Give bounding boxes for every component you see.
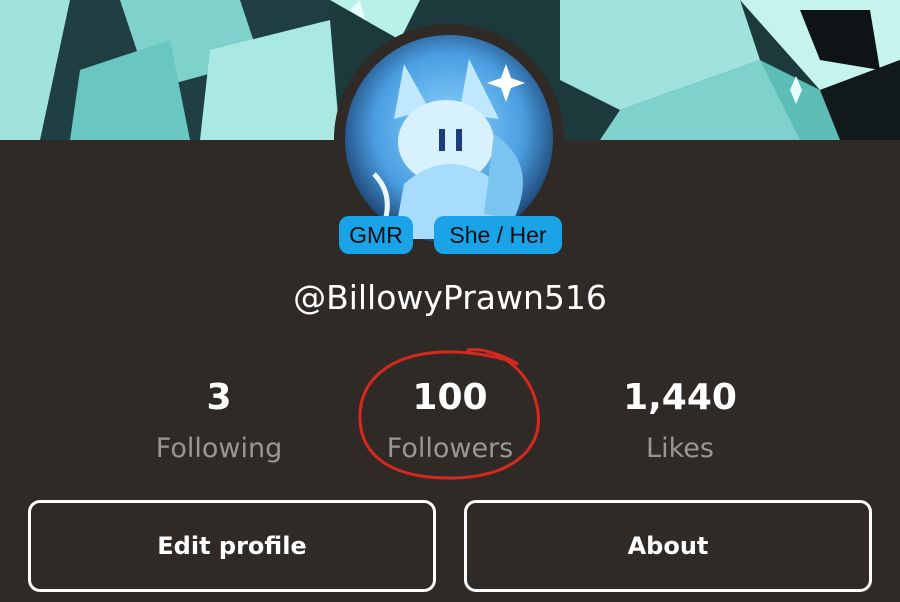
stat-following[interactable]: 3 Following: [104, 372, 334, 472]
followers-label: Followers: [386, 433, 514, 464]
stat-likes[interactable]: 1,440 Likes: [565, 372, 795, 472]
following-label: Following: [155, 433, 283, 464]
likes-count: 1,440: [623, 377, 737, 418]
about-button[interactable]: About: [464, 500, 872, 592]
stat-followers[interactable]: 100 Followers: [335, 372, 565, 472]
likes-label: Likes: [646, 433, 714, 464]
username: @BillowyPrawn516: [293, 278, 607, 317]
edit-profile-button[interactable]: Edit profile: [28, 500, 436, 592]
following-count: 3: [206, 377, 232, 418]
badge-gmr: GMR: [339, 216, 413, 254]
badge-pronouns: She / Her: [434, 216, 562, 254]
followers-count: 100: [412, 377, 488, 418]
